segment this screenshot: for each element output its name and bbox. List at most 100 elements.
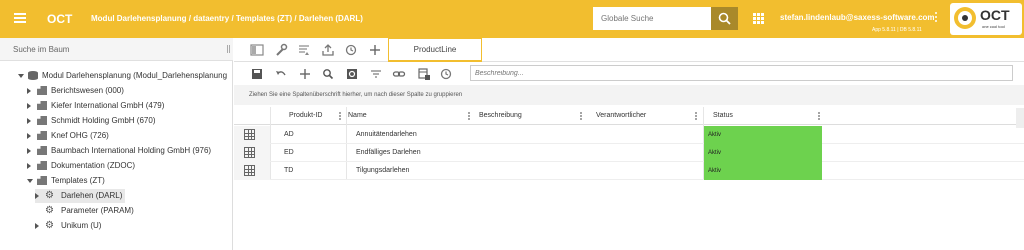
hamburger-menu-icon[interactable]	[14, 13, 26, 23]
expand-caret-icon[interactable]	[27, 163, 31, 169]
tree-root-node[interactable]: Modul Darlehensplanung (Modul_Darlehensp…	[18, 70, 228, 82]
column-header-label: Verantwortlicher	[596, 112, 647, 119]
table-row[interactable]: ED Endfälliges Darlehen Aktiv	[234, 144, 1024, 162]
collapse-caret-icon[interactable]	[27, 179, 33, 183]
vertical-scrollbar[interactable]	[1016, 108, 1024, 128]
gear-icon: ⚙	[45, 205, 54, 216]
column-header-name[interactable]: Name	[348, 107, 473, 125]
tab-productline[interactable]: ProductLine	[388, 38, 482, 62]
column-menu-icon[interactable]	[580, 112, 582, 121]
column-header-label: Name	[348, 112, 367, 119]
add-icon[interactable]	[368, 43, 382, 57]
tree-node-dokumentation[interactable]: Dokumentation (ZDOC)	[27, 160, 227, 172]
status-badge[interactable]: Aktiv	[704, 144, 822, 162]
list-view-icon[interactable]	[250, 43, 264, 57]
version-info: App 5.8.11 | DB 5.8.11	[872, 27, 922, 33]
cell-name[interactable]: Annuitätendarlehen	[356, 126, 417, 144]
gear-icon: ⚙	[45, 190, 54, 201]
cell-name[interactable]: Endfälliges Darlehen	[356, 144, 421, 162]
user-email[interactable]: stefan.lindenlaub@saxess-software.com	[780, 13, 935, 22]
export-table-icon[interactable]	[417, 67, 431, 81]
tree-node-knef[interactable]: Knef OHG (726)	[27, 130, 227, 142]
tree-node-schmidt[interactable]: Schmidt Holding GmbH (670)	[27, 115, 227, 127]
expand-caret-icon[interactable]	[35, 193, 39, 199]
tree-node-label: Parameter (PARAM)	[61, 206, 134, 215]
expand-caret-icon[interactable]	[27, 133, 31, 139]
column-header-label: Status	[713, 112, 733, 119]
table-icon	[244, 147, 255, 158]
save-icon[interactable]	[250, 67, 264, 81]
column-header-verantwortlicher[interactable]: Verantwortlicher	[596, 107, 700, 125]
history-icon[interactable]	[439, 67, 453, 81]
column-header-label: Produkt-ID	[289, 112, 323, 119]
group-by-hint: Ziehen Sie eine Spaltenüberschrift hierh…	[249, 92, 463, 98]
expand-caret-icon[interactable]	[27, 103, 31, 109]
cell-produkt-id[interactable]: ED	[284, 144, 294, 162]
link-icon[interactable]	[392, 67, 406, 81]
building-icon	[37, 146, 47, 155]
global-search-input[interactable]	[593, 7, 711, 30]
upload-icon[interactable]	[321, 43, 335, 57]
row-handle[interactable]	[234, 144, 270, 162]
tree-node-kiefer[interactable]: Kiefer International GmbH (479)	[27, 100, 227, 112]
panel-splitter-handle[interactable]	[227, 45, 230, 53]
wrench-icon[interactable]	[274, 43, 288, 57]
expand-caret-icon[interactable]	[35, 223, 39, 229]
building-icon	[37, 176, 47, 185]
oct-logo: OCT one cool tool	[950, 3, 1022, 35]
filter-lines-icon[interactable]	[297, 43, 311, 57]
tree-node-templates[interactable]: Templates (ZT)	[27, 175, 227, 187]
building-icon	[37, 131, 47, 140]
column-menu-icon[interactable]	[468, 112, 470, 121]
expand-caret-icon[interactable]	[27, 148, 31, 154]
apps-grid-icon[interactable]	[753, 13, 764, 24]
column-header-produkt-id[interactable]: Produkt-ID	[289, 107, 344, 125]
tree-node-label: Modul Darlehensplanung (Modul_Darlehensp…	[42, 71, 228, 80]
column-menu-icon[interactable]	[818, 112, 820, 121]
expand-caret-icon[interactable]	[27, 88, 31, 94]
tree-node-label: Templates (ZT)	[51, 176, 105, 185]
group-by-drop-zone[interactable]: Ziehen Sie eine Spaltenüberschrift hierh…	[234, 85, 1024, 105]
description-input[interactable]	[470, 65, 1013, 81]
status-badge[interactable]: Aktiv	[704, 126, 822, 144]
column-header-status[interactable]: Status	[713, 107, 823, 125]
expand-caret-icon[interactable]	[27, 118, 31, 124]
table-row[interactable]: TD Tilgungsdarlehen Aktiv	[234, 162, 1024, 180]
database-icon	[28, 71, 38, 80]
tree-node-baumbach[interactable]: Baumbach International Holding GmbH (976…	[27, 145, 227, 157]
breadcrumb: Modul Darlehensplanung / dataentry / Tem…	[91, 14, 363, 23]
row-handle[interactable]	[234, 126, 270, 144]
cell-name[interactable]: Tilgungsdarlehen	[356, 162, 409, 180]
undo-icon[interactable]	[274, 67, 288, 81]
table-icon	[244, 165, 255, 176]
building-icon	[37, 116, 47, 125]
tree-search-label: Suche im Baum	[13, 45, 70, 54]
cell-produkt-id[interactable]: TD	[284, 162, 293, 180]
tree-node-parameter[interactable]: ⚙ Parameter (PARAM)	[35, 205, 185, 217]
building-icon	[37, 86, 47, 95]
cell-produkt-id[interactable]: AD	[284, 126, 294, 144]
building-icon	[37, 101, 47, 110]
status-badge[interactable]: Aktiv	[704, 162, 822, 180]
column-menu-icon[interactable]	[339, 112, 341, 121]
column-header-beschreibung[interactable]: Beschreibung	[479, 107, 585, 125]
history-icon[interactable]	[344, 43, 358, 57]
table-row[interactable]: AD Annuitätendarlehen Aktiv	[234, 126, 1024, 144]
grid-header: Produkt-ID Name Beschreibung Verantwortl…	[234, 107, 1024, 125]
row-handle[interactable]	[234, 162, 270, 180]
top-header: OCT Modul Darlehensplanung / dataentry /…	[0, 0, 1024, 38]
tree-node-unikum[interactable]: ⚙ Unikum (U)	[35, 220, 185, 232]
tree-node-label: Schmidt Holding GmbH (670)	[51, 116, 156, 125]
search-icon[interactable]	[321, 67, 335, 81]
column-menu-icon[interactable]	[695, 112, 697, 121]
collapse-caret-icon[interactable]	[18, 74, 24, 78]
tree-node-label: Dokumentation (ZDOC)	[51, 161, 136, 170]
add-row-icon[interactable]	[298, 67, 312, 81]
tree-node-darlehen-selected[interactable]: ⚙ Darlehen (DARL)	[35, 189, 125, 203]
filter-icon[interactable]	[369, 67, 383, 81]
user-menu-icon[interactable]	[935, 12, 938, 24]
tree-node-berichtswesen[interactable]: Berichtswesen (000)	[27, 85, 227, 97]
tree-search[interactable]: Suche im Baum	[0, 38, 233, 61]
search-button[interactable]	[711, 7, 738, 30]
zoom-detail-icon[interactable]	[345, 67, 359, 81]
